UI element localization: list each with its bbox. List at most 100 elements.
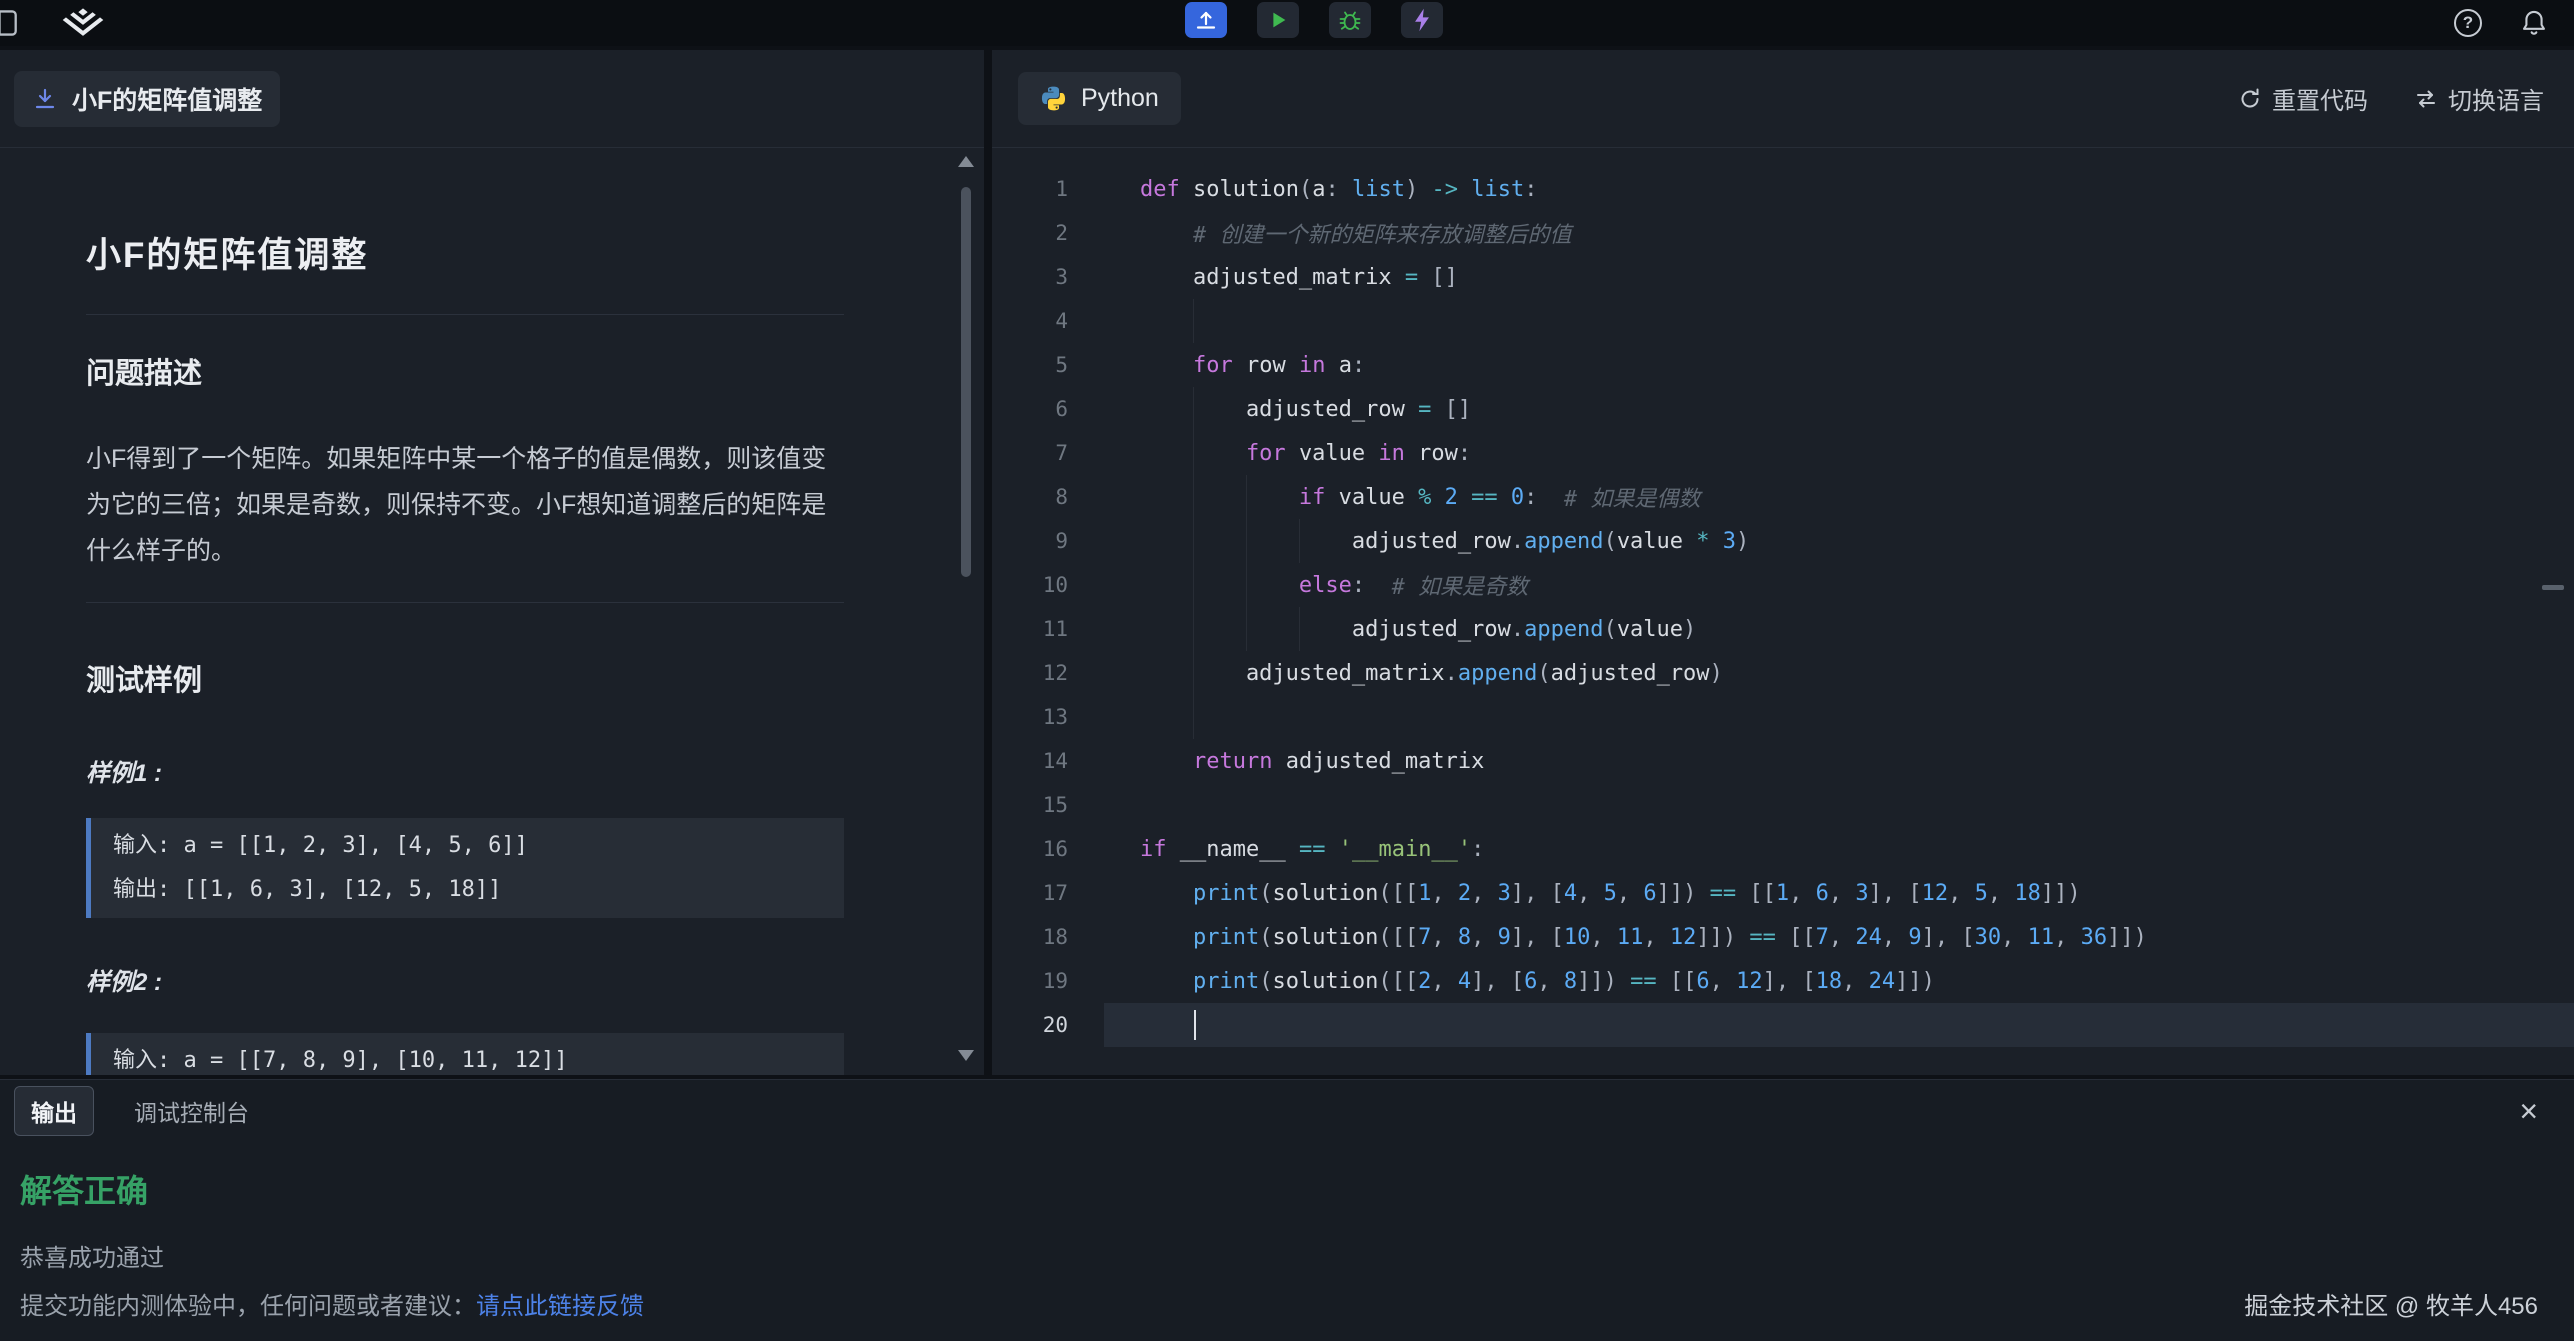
line-content: print(solution([[2, 4], [6, 8]]) == [[6,… <box>1104 959 2574 1003</box>
submit-button[interactable] <box>1185 2 1227 38</box>
sample-2-block: 输入: a = [[7, 8, 9], [10, 11, 12]] 输出: [[… <box>86 1033 844 1075</box>
code-line[interactable]: 3adjusted_matrix = [] <box>992 255 2574 299</box>
indent-guide <box>1193 651 1246 695</box>
problem-header-title: 小F的矩阵值调整 <box>72 81 262 117</box>
console-tabs: 输出 调试控制台 × <box>0 1080 2574 1142</box>
code-line[interactable]: 2# 创建一个新的矩阵来存放调整后的值 <box>992 211 2574 255</box>
line-content <box>1104 299 2574 343</box>
line-number: 6 <box>992 397 1104 421</box>
indent-guide <box>1140 915 1193 959</box>
debug-run-button[interactable] <box>1329 2 1371 38</box>
problem-panel-header: 小F的矩阵值调整 <box>0 50 984 148</box>
reset-code-label: 重置代码 <box>2272 81 2368 116</box>
code-line[interactable]: 9adjusted_row.append(value * 3) <box>992 519 2574 563</box>
code-lines: 1def solution(a: list) -> list:2# 创建一个新的… <box>992 167 2574 1047</box>
scroll-down-arrow[interactable] <box>958 1050 974 1061</box>
feedback-link[interactable]: 请点此链接反馈 <box>476 1293 644 1320</box>
indent-guide <box>1193 431 1246 475</box>
problem-document: 小F的矩阵值调整 问题描述 小F得到了一个矩阵。如果矩阵中某一个格子的值是偶数，… <box>0 149 984 1075</box>
bolt-icon <box>1410 7 1434 33</box>
switch-language-icon <box>2414 87 2438 111</box>
ai-assist-button[interactable] <box>1401 2 1443 38</box>
indent-guide <box>1140 387 1193 431</box>
indent-guide <box>1246 607 1299 651</box>
line-content: adjusted_row.append(value * 3) <box>1104 519 2574 563</box>
problem-selector[interactable]: 小F的矩阵值调整 <box>14 71 280 127</box>
tab-output[interactable]: 输出 <box>14 1086 94 1136</box>
indent-guide <box>1140 299 1193 343</box>
divider <box>86 602 844 603</box>
scrollbar[interactable] <box>958 156 974 1061</box>
text-cursor <box>1194 1010 1196 1040</box>
line-content: for value in row: <box>1104 431 2574 475</box>
switch-language-button[interactable]: 切换语言 <box>2414 81 2544 116</box>
tab-debug-console[interactable]: 调试控制台 <box>134 1094 249 1128</box>
sample-input-line: 输入: a = [[7, 8, 9], [10, 11, 12]] <box>113 1039 822 1075</box>
code-line[interactable]: 4 <box>992 299 2574 343</box>
help-icon[interactable]: ? <box>2454 9 2482 37</box>
indent-guide <box>1193 519 1246 563</box>
editor-scrollbar-thumb[interactable] <box>2542 585 2564 590</box>
code-line[interactable]: 17print(solution([[1, 2, 3], [4, 5, 6]])… <box>992 871 2574 915</box>
sample-output-line: 输出: [[1, 6, 3], [12, 5, 18]] <box>113 868 822 912</box>
line-content <box>1104 1003 2574 1047</box>
indent-guide <box>1140 959 1193 1003</box>
code-line[interactable]: 10else: # 如果是奇数 <box>992 563 2574 607</box>
editor-header: Python 重置代码 切换语言 <box>992 50 2574 148</box>
code-editor[interactable]: 1def solution(a: list) -> list:2# 创建一个新的… <box>992 149 2574 1075</box>
samples-heading: 测试样例 <box>86 657 844 699</box>
panel-toggle-icon[interactable] <box>0 8 18 38</box>
reset-code-button[interactable]: 重置代码 <box>2238 81 2368 116</box>
indent-guide <box>1140 255 1193 299</box>
indent-guide <box>1193 299 1246 343</box>
line-number: 1 <box>992 177 1104 201</box>
line-number: 2 <box>992 221 1104 245</box>
line-number: 11 <box>992 617 1104 641</box>
line-content: return adjusted_matrix <box>1104 739 2574 783</box>
scroll-up-arrow[interactable] <box>958 156 974 167</box>
line-number: 16 <box>992 837 1104 861</box>
code-line[interactable]: 14return adjusted_matrix <box>992 739 2574 783</box>
sample-input-line: 输入: a = [[1, 2, 3], [4, 5, 6]] <box>113 824 822 868</box>
code-line[interactable]: 1def solution(a: list) -> list: <box>992 167 2574 211</box>
line-number: 15 <box>992 793 1104 817</box>
indent-guide <box>1140 211 1193 255</box>
code-line[interactable]: 5for row in a: <box>992 343 2574 387</box>
indent-guide <box>1140 739 1193 783</box>
run-button[interactable] <box>1257 2 1299 38</box>
line-number: 3 <box>992 265 1104 289</box>
line-number: 4 <box>992 309 1104 333</box>
language-tab[interactable]: Python <box>1018 72 1181 125</box>
line-content: if value % 2 == 0: # 如果是偶数 <box>1104 475 2574 519</box>
line-content: adjusted_row = [] <box>1104 387 2574 431</box>
juejin-logo[interactable] <box>62 7 104 40</box>
indent-guide <box>1193 695 1246 739</box>
indent-guide <box>1299 607 1352 651</box>
code-line[interactable]: 18print(solution([[7, 8, 9], [10, 11, 12… <box>992 915 2574 959</box>
line-number: 12 <box>992 661 1104 685</box>
line-number: 19 <box>992 969 1104 993</box>
code-line[interactable]: 11adjusted_row.append(value) <box>992 607 2574 651</box>
indent-guide <box>1246 563 1299 607</box>
bell-icon[interactable] <box>2520 9 2548 37</box>
scrollbar-thumb[interactable] <box>961 187 971 577</box>
code-line[interactable]: 8if value % 2 == 0: # 如果是偶数 <box>992 475 2574 519</box>
credit-text: 掘金技术社区 @ 牧羊人456 <box>2244 1286 2538 1321</box>
sample-1-label: 样例1 : <box>86 753 844 788</box>
indent-guide <box>1140 1003 1193 1047</box>
scrollbar-track[interactable] <box>958 175 974 1042</box>
code-line[interactable]: 13 <box>992 695 2574 739</box>
close-icon[interactable]: × <box>2519 1095 2538 1127</box>
code-line[interactable]: 12adjusted_matrix.append(adjusted_row) <box>992 651 2574 695</box>
code-line[interactable]: 7for value in row: <box>992 431 2574 475</box>
code-line[interactable]: 6adjusted_row = [] <box>992 387 2574 431</box>
line-content: if __name__ == '__main__': <box>1104 827 2574 871</box>
indent-guide <box>1140 343 1193 387</box>
code-line[interactable]: 19print(solution([[2, 4], [6, 8]]) == [[… <box>992 959 2574 1003</box>
code-line[interactable]: 15 <box>992 783 2574 827</box>
line-number: 7 <box>992 441 1104 465</box>
line-content: print(solution([[7, 8, 9], [10, 11, 12]]… <box>1104 915 2574 959</box>
code-line[interactable]: 16if __name__ == '__main__': <box>992 827 2574 871</box>
bug-icon <box>1337 7 1363 33</box>
code-line[interactable]: 20 <box>992 1003 2574 1047</box>
